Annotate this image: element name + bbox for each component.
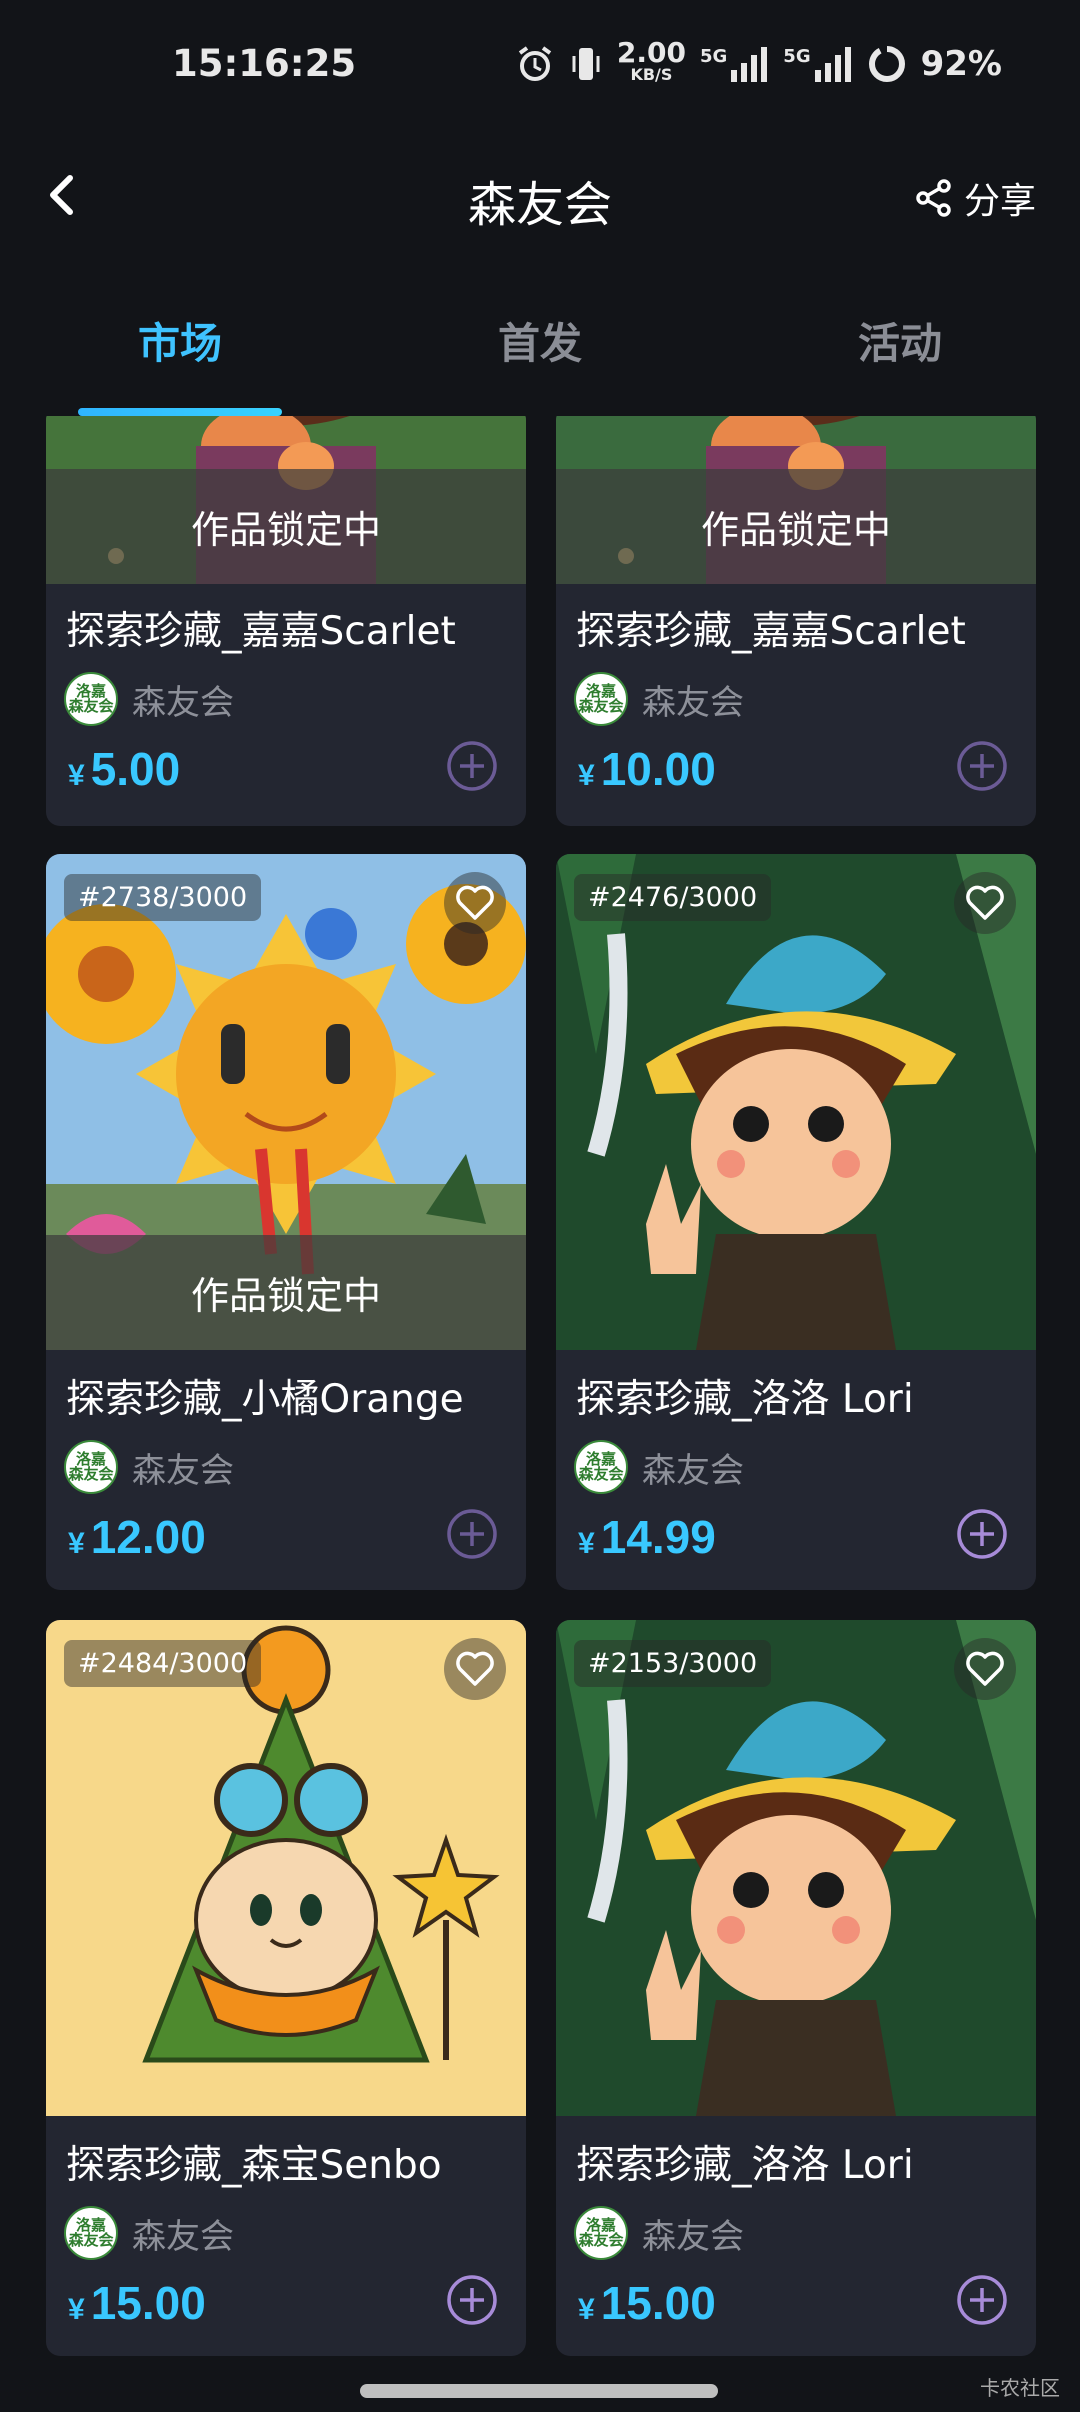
creator-name: 森友会 xyxy=(132,2216,234,2257)
creator-name: 森友会 xyxy=(642,682,744,723)
creator-info: 洛嘉 森友会 森友会 xyxy=(574,1440,744,1494)
card-image: #2738/3000 作品锁定中 xyxy=(46,854,526,1350)
avatar: 洛嘉 森友会 xyxy=(64,1440,118,1494)
avatar: 洛嘉 森友会 xyxy=(64,2206,118,2260)
home-indicator[interactable] xyxy=(360,2384,718,2398)
share-button[interactable]: 分享 xyxy=(914,172,1036,224)
card-image: #2476/3000 xyxy=(556,854,1036,1350)
collectible-card[interactable]: #2738/3000 作品锁定中 探索珍藏_小橘Orange 洛嘉 森友会 森友会… xyxy=(46,854,526,1590)
tab-first-release[interactable]: 首发 xyxy=(360,310,720,371)
price: ¥15.00 xyxy=(578,2277,716,2329)
favorite-button[interactable] xyxy=(954,1638,1016,1700)
add-icon[interactable] xyxy=(446,2274,498,2326)
bottom-bar: 卡农社区 xyxy=(0,2366,1080,2412)
heart-icon xyxy=(456,885,494,920)
net-speed: 2.00 KB/S xyxy=(616,36,686,85)
collectible-card[interactable]: 作品锁定中 探索珍藏_嘉嘉Scarlet 洛嘉 森友会 森友会 ¥5.00 xyxy=(46,416,526,826)
price: ¥5.00 xyxy=(68,743,181,795)
avatar: 洛嘉 森友会 xyxy=(64,672,118,726)
card-title: 探索珍藏_嘉嘉Scarlet xyxy=(66,609,456,654)
signal-icon xyxy=(731,47,768,82)
creator-info: 洛嘉 森友会 森友会 xyxy=(64,1440,234,1494)
avatar: 洛嘉 森友会 xyxy=(574,1440,628,1494)
collectibles-grid: 作品锁定中 探索珍藏_嘉嘉Scarlet 洛嘉 森友会 森友会 ¥5.00 作品锁… xyxy=(0,416,1080,2366)
share-label: 分享 xyxy=(963,181,1036,222)
collectible-card[interactable]: #2484/3000 探索珍藏_森宝Senbo 洛嘉 森友会 森友会 ¥15.00 xyxy=(46,1620,526,2356)
locked-overlay: 作品锁定中 xyxy=(46,469,526,584)
collectible-card[interactable]: 作品锁定中 探索珍藏_嘉嘉Scarlet 洛嘉 森友会 森友会 ¥10.00 xyxy=(556,416,1036,826)
creator-name: 森友会 xyxy=(642,1450,744,1491)
price: ¥10.00 xyxy=(578,743,716,795)
creator-info: 洛嘉 森友会 森友会 xyxy=(64,672,234,726)
locked-overlay: 作品锁定中 xyxy=(46,1235,526,1350)
avatar: 洛嘉 森友会 xyxy=(574,672,628,726)
card-image: 作品锁定中 xyxy=(46,416,526,584)
heart-icon xyxy=(966,885,1004,920)
tab-market[interactable]: 市场 xyxy=(0,310,360,371)
creator-name: 森友会 xyxy=(132,682,234,723)
price: ¥15.00 xyxy=(68,2277,206,2329)
favorite-button[interactable] xyxy=(444,872,506,934)
tab-active-indicator xyxy=(78,408,282,416)
creator-info: 洛嘉 森友会 森友会 xyxy=(574,2206,744,2260)
add-icon[interactable] xyxy=(446,740,498,792)
price: ¥12.00 xyxy=(68,1511,206,1563)
signal-1: 5G xyxy=(700,46,769,82)
card-title: 探索珍藏_嘉嘉Scarlet xyxy=(576,609,966,654)
collectible-card[interactable]: #2153/3000 探索珍藏_洛洛 Lori 洛嘉 森友会 森友会 ¥15.00 xyxy=(556,1620,1036,2356)
battery-ring-icon xyxy=(868,46,905,82)
serial-badge: #2738/3000 xyxy=(64,874,262,921)
add-icon[interactable] xyxy=(956,2274,1008,2326)
share-icon xyxy=(916,179,951,217)
signal-2: 5G xyxy=(783,46,852,82)
tab-events[interactable]: 活动 xyxy=(720,310,1080,371)
card-title: 探索珍藏_洛洛 Lori xyxy=(576,2143,914,2188)
add-icon[interactable] xyxy=(956,740,1008,792)
add-icon[interactable] xyxy=(446,1508,498,1560)
watermark: 卡农社区 xyxy=(980,2376,1060,2400)
status-time: 15:16:25 xyxy=(172,42,357,85)
favorite-button[interactable] xyxy=(444,1638,506,1700)
signal-icon xyxy=(814,47,851,82)
card-image: 作品锁定中 xyxy=(556,416,1036,584)
creator-info: 洛嘉 森友会 森友会 xyxy=(574,672,744,726)
status-icons: 2.00 KB/S 5G 5G 92% xyxy=(515,36,1002,86)
creator-name: 森友会 xyxy=(132,1450,234,1491)
status-bar: 15:16:25 2.00 KB/S 5G 5G 92% xyxy=(0,0,1080,130)
card-title: 探索珍藏_森宝Senbo xyxy=(66,2143,442,2188)
card-title: 探索珍藏_洛洛 Lori xyxy=(576,1377,914,1422)
add-icon[interactable] xyxy=(956,1508,1008,1560)
creator-name: 森友会 xyxy=(642,2216,744,2257)
favorite-button[interactable] xyxy=(954,872,1016,934)
nav-bar: 森友会 分享 xyxy=(0,130,1080,260)
battery-level: 92% xyxy=(920,44,1002,84)
serial-badge: #2484/3000 xyxy=(64,1640,262,1687)
card-image: #2153/3000 xyxy=(556,1620,1036,2116)
tab-bar: 市场 首发 活动 xyxy=(0,280,1080,420)
alarm-icon xyxy=(518,46,552,81)
creator-info: 洛嘉 森友会 森友会 xyxy=(64,2206,234,2260)
heart-icon xyxy=(966,1651,1004,1686)
avatar: 洛嘉 森友会 xyxy=(574,2206,628,2260)
serial-badge: #2153/3000 xyxy=(574,1640,772,1687)
card-title: 探索珍藏_小橘Orange xyxy=(66,1377,464,1422)
locked-overlay: 作品锁定中 xyxy=(556,469,1036,584)
serial-badge: #2476/3000 xyxy=(574,874,772,921)
heart-icon xyxy=(456,1651,494,1686)
vibrate-icon xyxy=(572,48,600,80)
card-image: #2484/3000 xyxy=(46,1620,526,2116)
collectible-card[interactable]: #2476/3000 探索珍藏_洛洛 Lori 洛嘉 森友会 森友会 ¥14.99 xyxy=(556,854,1036,1590)
price: ¥14.99 xyxy=(578,1511,716,1563)
